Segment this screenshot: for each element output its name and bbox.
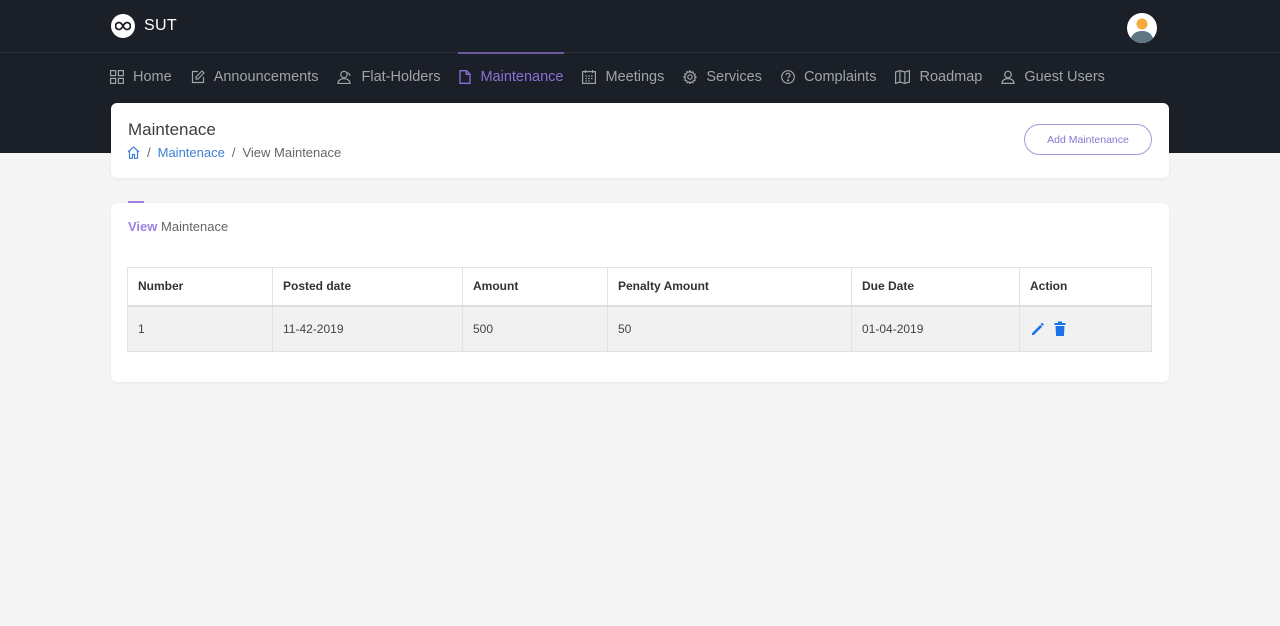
help-circle-icon bbox=[781, 69, 795, 84]
nav-item-complaints[interactable]: Complaints bbox=[781, 54, 877, 99]
nav-item-home[interactable]: Home bbox=[110, 54, 172, 99]
table-header-row: Number Posted date Amount Penalty Amount… bbox=[127, 267, 1152, 307]
user-avatar-icon[interactable] bbox=[1127, 13, 1157, 43]
nav-item-label: Guest Users bbox=[1024, 68, 1105, 85]
infinity-icon bbox=[111, 14, 135, 38]
table-row: 1 11-42-2019 500 50 01-04-2019 bbox=[127, 305, 1152, 352]
user-icon bbox=[1001, 70, 1015, 84]
column-header-posted-date[interactable]: Posted date bbox=[272, 267, 463, 307]
top-bar: SUT bbox=[0, 0, 1280, 53]
breadcrumb-link-maintenance[interactable]: Maintenace bbox=[158, 145, 225, 160]
section-title-strong: View bbox=[128, 219, 158, 234]
brand[interactable]: SUT bbox=[111, 14, 177, 38]
column-header-number[interactable]: Number bbox=[127, 267, 273, 307]
nav-item-flat-holders[interactable]: Flat-Holders bbox=[337, 54, 440, 99]
breadcrumb-current: View Maintenace bbox=[242, 145, 342, 160]
file-icon bbox=[459, 69, 472, 84]
nav-item-label: Flat-Holders bbox=[361, 68, 441, 85]
nav-item-announcements[interactable]: Announcements bbox=[191, 54, 319, 99]
cell-number: 1 bbox=[127, 305, 273, 352]
cell-penalty-amount: 50 bbox=[607, 305, 852, 352]
nav-item-label: Home bbox=[133, 68, 172, 85]
cell-amount: 500 bbox=[462, 305, 608, 352]
edit-icon bbox=[191, 69, 205, 83]
section-title-rest: Maintenace bbox=[161, 219, 229, 234]
breadcrumb-separator: / bbox=[231, 145, 236, 160]
users-icon bbox=[337, 70, 352, 84]
calendar-icon bbox=[582, 69, 597, 84]
cell-due-date: 01-04-2019 bbox=[851, 305, 1020, 352]
cell-posted-date: 11-42-2019 bbox=[272, 305, 463, 352]
nav-item-guest-users[interactable]: Guest Users bbox=[1001, 54, 1105, 99]
edit-icon[interactable] bbox=[1030, 321, 1046, 337]
section-title: View Maintenace bbox=[128, 219, 228, 234]
column-header-action: Action bbox=[1019, 267, 1152, 307]
nav-item-label: Roadmap bbox=[919, 68, 983, 85]
brand-name: SUT bbox=[144, 17, 177, 34]
maintenance-table: Number Posted date Amount Penalty Amount… bbox=[127, 267, 1152, 352]
nav-item-label: Meetings bbox=[605, 68, 665, 85]
column-header-penalty-amount[interactable]: Penalty Amount bbox=[607, 267, 852, 307]
main-nav: Home Announcements Flat-Holders Maintena… bbox=[110, 52, 1124, 99]
nav-item-label: Announcements bbox=[213, 68, 319, 85]
breadcrumb: / Maintenace / View Maintenace bbox=[127, 145, 341, 160]
map-icon bbox=[895, 69, 911, 84]
nav-item-roadmap[interactable]: Roadmap bbox=[895, 54, 982, 99]
nav-item-label: Maintenance bbox=[480, 68, 564, 85]
grid-icon bbox=[110, 69, 124, 84]
breadcrumb-separator: / bbox=[147, 145, 151, 160]
page-title: Maintenace bbox=[128, 120, 216, 139]
column-header-due-date[interactable]: Due Date bbox=[851, 267, 1020, 307]
nav-item-services[interactable]: Services bbox=[683, 54, 762, 99]
view-maintenance-card: View Maintenace Number Posted date Amoun… bbox=[111, 203, 1169, 382]
nav-item-label: Complaints bbox=[803, 68, 877, 85]
gear-icon bbox=[683, 69, 698, 84]
nav-item-meetings[interactable]: Meetings bbox=[582, 54, 664, 99]
delete-icon[interactable] bbox=[1053, 321, 1067, 337]
home-icon[interactable] bbox=[127, 146, 140, 159]
column-header-amount[interactable]: Amount bbox=[462, 267, 608, 307]
nav-item-maintenance[interactable]: Maintenance bbox=[458, 52, 565, 99]
nav-item-label: Services bbox=[706, 68, 762, 85]
add-maintenance-button[interactable]: Add Maintenance bbox=[1024, 124, 1152, 155]
page-header-card: Maintenace / Maintenace / View Maintenac… bbox=[111, 103, 1169, 178]
cell-actions bbox=[1019, 305, 1152, 352]
